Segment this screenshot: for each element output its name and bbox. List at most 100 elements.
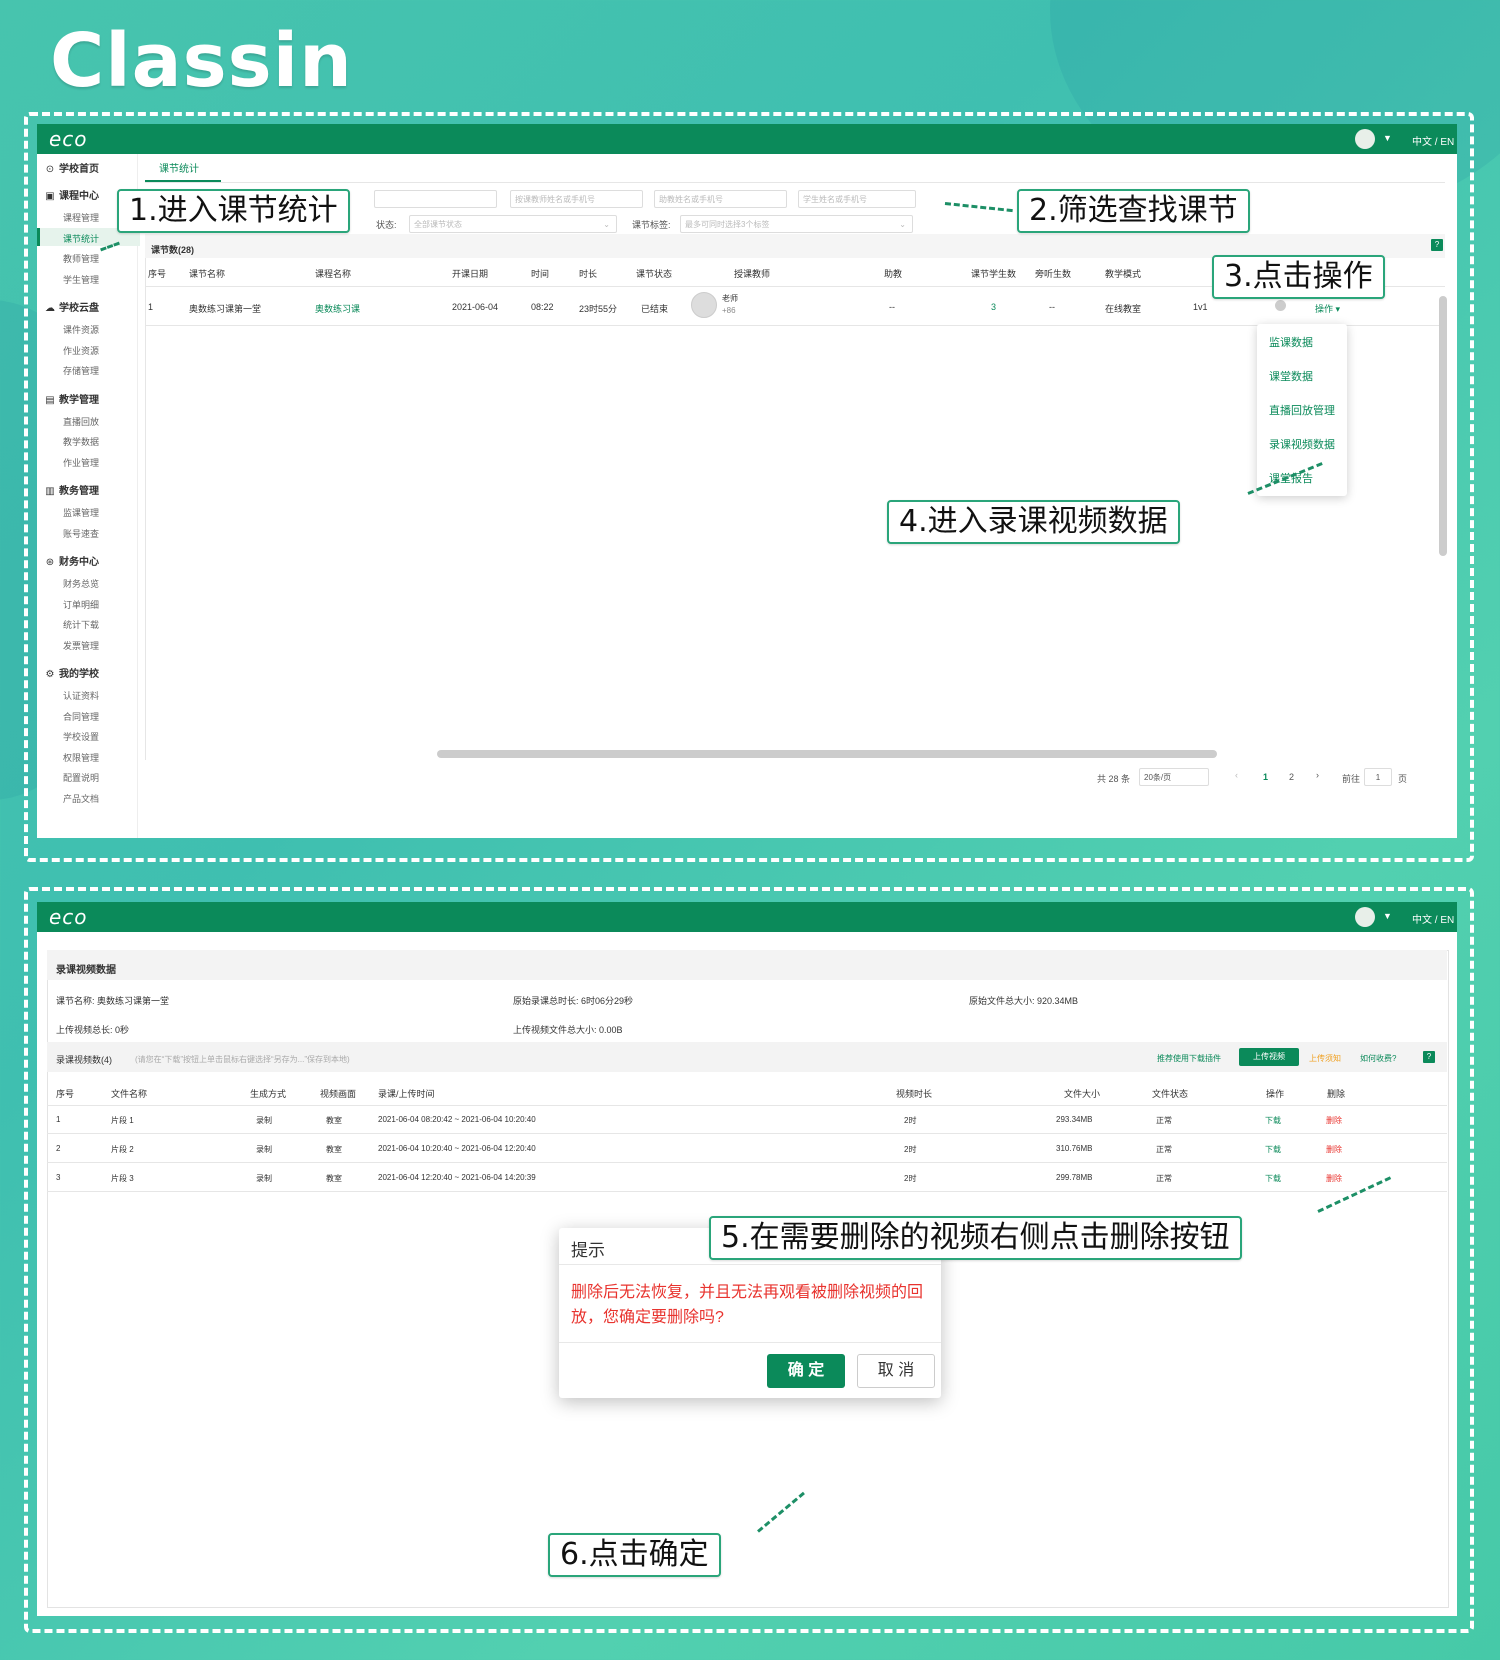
sidebar-item[interactable]: 配置说明 [63,771,99,784]
cancel-button[interactable]: 取 消 [857,1354,935,1388]
sidebar-item[interactable]: 统计下载 [63,618,99,631]
sidebar-item[interactable]: 认证资料 [63,689,99,702]
video-view: 教室 [326,1174,342,1183]
status-select[interactable]: 全部课节状态 ⌄ [409,215,617,233]
student-search-input[interactable]: 学生姓名或手机号 [798,190,916,208]
dialog-divider [559,1342,941,1343]
upload-notice-link[interactable]: 上传须知 [1309,1053,1341,1064]
lesson-name-input[interactable] [374,190,497,208]
sidebar-group[interactable]: ⊛ 财务中心 [45,553,99,568]
sidebar-group[interactable]: ⚙ 我的学校 [45,665,99,680]
sidebar-item[interactable]: 学生管理 [63,273,99,286]
card-header [47,950,1447,980]
sidebar-item[interactable]: 直播回放 [63,415,99,428]
callout-step-3: 3.点击操作 [1212,255,1385,299]
header-divider [47,1105,1447,1106]
sidebar-item[interactable]: 权限管理 [63,751,99,764]
sidebar-group[interactable]: ▤ 教学管理 [45,391,99,406]
chevron-down-icon[interactable]: ▼ [1383,911,1392,921]
sidebar-item[interactable]: 产品文档 [63,792,99,805]
user-avatar[interactable] [1355,907,1375,927]
student-count[interactable]: 3 [991,302,996,312]
page-2[interactable]: 2 [1289,772,1294,782]
assistant-search-input[interactable]: 助教姓名或手机号 [654,190,787,208]
page-size-select[interactable]: 20条/页 [1139,768,1209,786]
chevron-down-icon[interactable]: ▼ [1383,133,1392,143]
sidebar-item[interactable]: 课件资源 [63,323,99,336]
menu-item[interactable]: 监课数据 [1269,334,1313,350]
info-icon[interactable] [1275,300,1286,311]
callout-step-1: 1.进入课节统计 [117,189,350,233]
sidebar-item[interactable]: 作业资源 [63,344,99,357]
chevron-down-icon: ⌄ [899,220,906,229]
sidebar-item[interactable]: 账号速查 [63,527,99,540]
delete-link[interactable]: 删除 [1326,1115,1342,1126]
assistant: -- [889,302,895,312]
vertical-scrollbar[interactable] [1439,296,1447,556]
delete-link[interactable]: 删除 [1326,1173,1342,1184]
row-divider [47,1191,1447,1192]
teacher-search-input[interactable]: 按课教师姓名或手机号 [510,190,643,208]
tag-select[interactable]: 最多可同时选择3个标签 ⌄ [680,215,913,233]
download-link[interactable]: 下载 [1265,1115,1281,1126]
delete-link[interactable]: 删除 [1326,1144,1342,1155]
sidebar-item[interactable]: 作业管理 [63,456,99,469]
course-name-link[interactable]: 奥数练习课 [315,302,360,315]
sidebar-item[interactable]: 发票管理 [63,639,99,652]
dialog-title: 提示 [571,1241,605,1260]
file-size: 293.34MB [1056,1115,1093,1124]
tab-lesson-stats[interactable]: 课节统计 [159,160,199,175]
eco-brand-logo: eco [49,905,88,929]
sidebar-group-icon: ▥ [45,486,55,497]
menu-item[interactable]: 录课视频数据 [1269,436,1335,452]
teacher-name: 老师 [722,294,738,303]
sidebar-group[interactable]: ⊙ 学校首页 [45,160,99,175]
sidebar-item[interactable]: 财务总览 [63,577,99,590]
table-header-cell: 时长 [579,269,598,279]
prev-page-icon[interactable]: ‹ [1235,770,1238,780]
help-icon[interactable]: ? [1431,239,1443,251]
language-switch[interactable]: 中文 / EN [1412,911,1454,926]
user-avatar[interactable] [1355,129,1375,149]
video-duration: 2时 [904,1116,917,1125]
next-page-icon[interactable]: › [1316,770,1319,780]
sidebar-item[interactable]: 教师管理 [63,252,99,265]
sidebar-group[interactable]: ☁ 学校云盘 [45,299,99,314]
pricing-link[interactable]: 如何收费? [1360,1053,1396,1064]
menu-item[interactable]: 直播回放管理 [1269,402,1335,418]
sidebar-group[interactable]: ▣ 课程中心 [45,187,99,202]
help-icon[interactable]: ? [1423,1051,1435,1063]
generation-method: 录制 [256,1145,272,1154]
horizontal-scrollbar[interactable] [437,750,1217,758]
auditor-count: -- [1049,302,1055,312]
download-link[interactable]: 下载 [1265,1144,1281,1155]
download-link[interactable]: 下载 [1265,1173,1281,1184]
save-hint: (请您在“下载”按钮上单击鼠标右键选择“另存为...”保存到本地) [135,1055,350,1064]
sidebar-item[interactable]: 订单明细 [63,598,99,611]
page-1[interactable]: 1 [1263,772,1268,782]
menu-item[interactable]: 课堂数据 [1269,368,1313,384]
table-header-cell: 操作 [1266,1089,1285,1099]
file-name: 片段 1 [111,1116,134,1125]
callout-step-6: 6.点击确定 [548,1533,721,1577]
sidebar-item[interactable]: 学校设置 [63,730,99,743]
lesson-status: 已结束 [641,304,669,314]
original-size-info: 原始文件总大小: 920.34MB [969,996,1079,1006]
sidebar-item[interactable]: 存储管理 [63,364,99,377]
table-header-cell: 开课日期 [452,269,489,279]
table-header-cell: 删除 [1327,1089,1346,1099]
sidebar-item[interactable]: 教学数据 [63,435,99,448]
upload-video-button[interactable]: 上传视频 [1239,1048,1299,1066]
page-jump-input[interactable]: 1 [1364,768,1392,786]
sidebar-item[interactable]: 课程管理 [63,211,99,224]
confirm-button[interactable]: 确 定 [767,1354,845,1388]
language-switch[interactable]: 中文 / EN [1412,133,1454,148]
sidebar-group[interactable]: ▥ 教务管理 [45,482,99,497]
sidebar-item[interactable]: 合同管理 [63,710,99,723]
download-plugin-link[interactable]: 推荐使用下载插件 [1157,1053,1221,1064]
sidebar-item[interactable]: 课节统计 [63,232,99,245]
sidebar-item[interactable]: 监课管理 [63,506,99,519]
operation-dropdown[interactable]: 操作 ▾ [1315,302,1340,315]
goto-label: 前往 [1342,774,1361,784]
teacher-avatar [691,292,717,318]
